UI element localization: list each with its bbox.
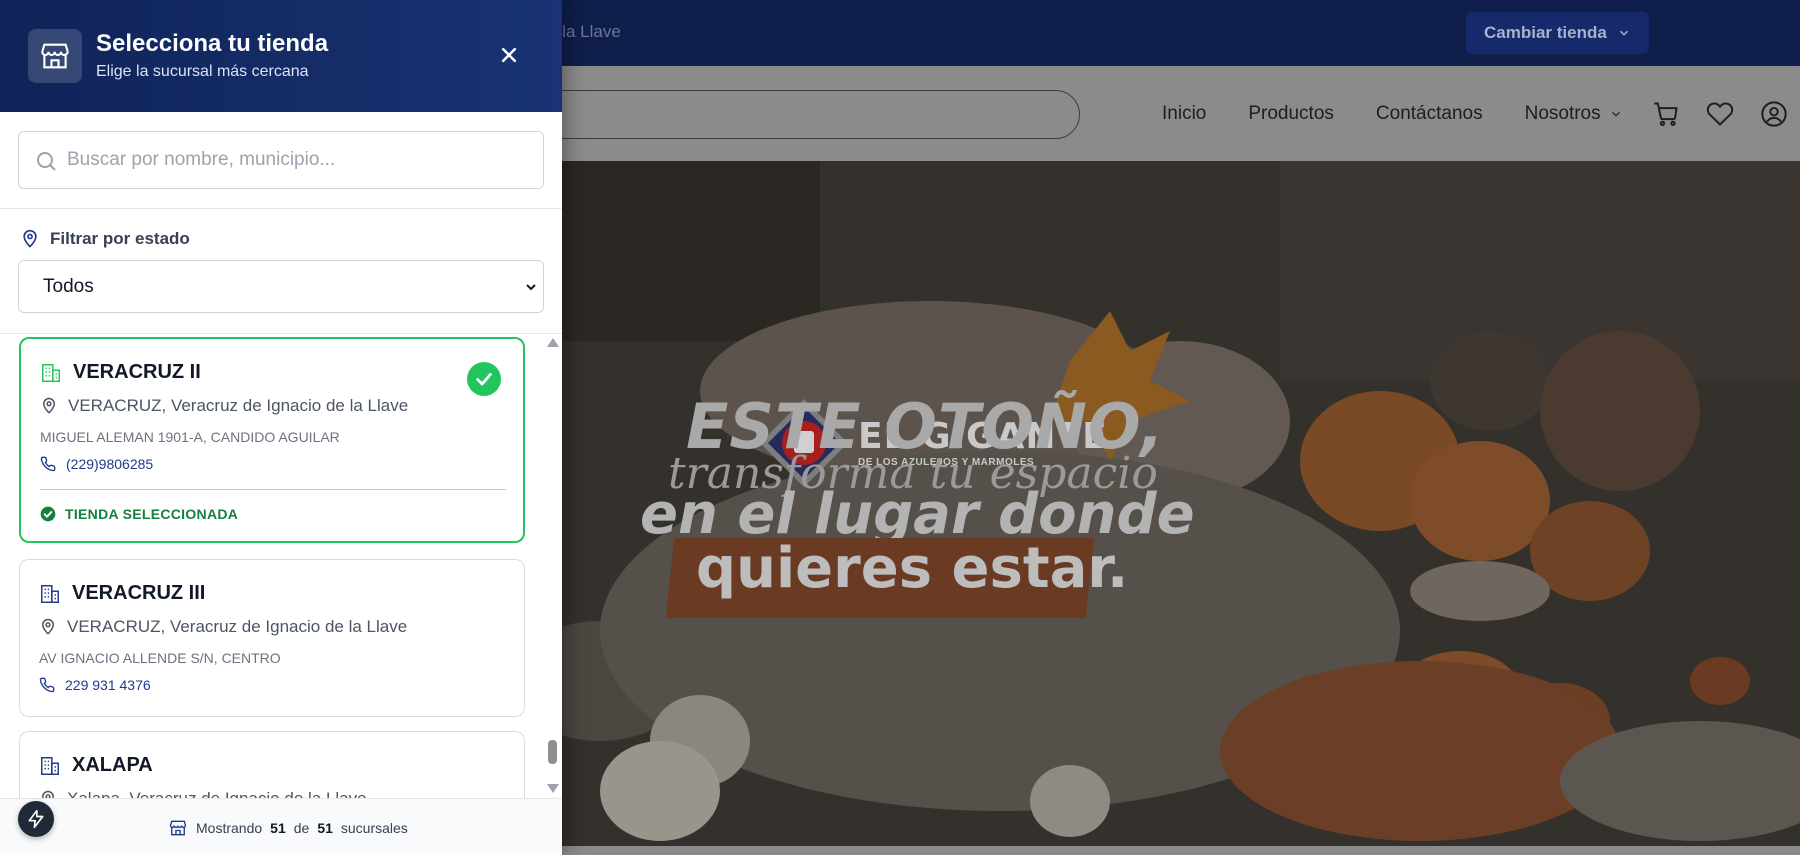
store-city: VERACRUZ, Veracruz de Ignacio de la Llav… <box>40 396 408 416</box>
store-card-veracruz-iii[interactable]: VERACRUZ III VERACRUZ, Veracruz de Ignac… <box>19 559 525 717</box>
hero-headline-line4: quieres estar. <box>696 536 1129 601</box>
nav-link-productos[interactable]: Productos <box>1248 103 1334 125</box>
map-pin-icon <box>23 229 37 248</box>
building-icon <box>41 585 59 603</box>
selected-store-tag: TIENDA SELECCIONADA <box>40 506 238 522</box>
state-filter-value: Todos <box>43 275 94 297</box>
chevron-down-icon <box>1619 30 1628 36</box>
close-icon <box>501 47 517 63</box>
store-city: Xalapa, Veracruz de Ignacio de la Llave <box>39 789 367 798</box>
map-pin-icon <box>41 790 55 798</box>
store-city-text: VERACRUZ, Veracruz de Ignacio de la Llav… <box>68 396 409 415</box>
store-icon <box>28 29 82 83</box>
store-address: AV IGNACIO ALLENDE S/N, CENTRO <box>39 650 281 666</box>
store-list: VERACRUZ II VERACRUZ, Veracruz de Ignaci… <box>0 334 562 798</box>
store-city-text: Xalapa, Veracruz de Ignacio de la Llave <box>67 789 367 798</box>
scroll-thumb[interactable] <box>548 740 557 764</box>
card-divider <box>40 489 506 490</box>
nav-link-contactanos[interactable]: Contáctanos <box>1376 103 1483 125</box>
heart-icon[interactable] <box>1706 100 1734 128</box>
nav-link-inicio[interactable]: Inicio <box>1162 103 1206 125</box>
panel-title: Selecciona tu tienda <box>96 30 329 57</box>
store-phone[interactable]: 229 931 4376 <box>39 677 151 693</box>
change-store-label: Cambiar tienda <box>1484 23 1607 42</box>
store-address: MIGUEL ALEMAN 1901-A, CANDIDO AGUILAR <box>40 429 340 445</box>
quick-action-button[interactable] <box>18 801 54 837</box>
state-filter-select[interactable]: Todos <box>18 260 544 313</box>
panel-footer: Mostrando 51 de 51 sucursales <box>0 798 562 855</box>
phone-icon <box>39 677 55 693</box>
store-name: VERACRUZ II <box>73 361 201 383</box>
store-search-section <box>0 112 562 209</box>
store-phone-text: (229)9806285 <box>66 456 154 472</box>
nav-icons <box>1652 66 1788 161</box>
store-selector-panel: Selecciona tu tienda Elige la sucursal m… <box>0 0 562 855</box>
phone-icon <box>40 456 56 472</box>
store-icon <box>169 820 187 836</box>
store-count-shown: 51 <box>270 820 286 836</box>
store-count-prefix: Mostrando <box>196 820 263 836</box>
check-circle-icon <box>467 362 501 396</box>
map-pin-icon <box>41 618 55 635</box>
panel-subtitle: Elige la sucursal más cercana <box>96 63 309 80</box>
nav-link-nosotros[interactable]: Nosotros <box>1525 103 1623 125</box>
building-icon <box>41 757 59 775</box>
store-search-input[interactable] <box>67 132 527 188</box>
store-card-xalapa[interactable]: XALAPA Xalapa, Veracruz de Ignacio de la… <box>19 731 525 798</box>
store-name: XALAPA <box>72 754 153 776</box>
store-name: VERACRUZ III <box>72 582 206 604</box>
state-filter-label-text: Filtrar por estado <box>50 229 190 248</box>
chevron-down-icon <box>1611 111 1620 117</box>
store-card-veracruz-ii[interactable]: VERACRUZ II VERACRUZ, Veracruz de Ignaci… <box>19 337 525 543</box>
building-icon <box>42 364 60 382</box>
selected-store-label: TIENDA SELECCIONADA <box>65 506 239 522</box>
scroll-up-arrow-icon[interactable] <box>547 338 559 347</box>
store-phone[interactable]: (229)9806285 <box>40 456 153 472</box>
panel-header: Selecciona tu tienda Elige la sucursal m… <box>0 0 562 112</box>
map-pin-icon <box>42 397 56 414</box>
store-city: VERACRUZ, Veracruz de Ignacio de la Llav… <box>39 617 407 637</box>
state-filter-label: Filtrar por estado <box>20 229 190 249</box>
bolt-icon <box>28 809 44 829</box>
store-count-suffix: sucursales <box>340 820 408 836</box>
store-count-middle: de <box>293 820 310 836</box>
search-icon <box>37 152 56 171</box>
store-search-box <box>18 131 544 189</box>
chevron-down-icon <box>526 284 536 291</box>
store-count-total: 51 <box>317 820 333 836</box>
store-count-text: Mostrando 51 de 51 sucursales <box>168 818 408 838</box>
store-city-text: VERACRUZ, Veracruz de Ignacio de la Llav… <box>67 617 408 636</box>
scroll-down-arrow-icon[interactable] <box>547 784 559 793</box>
user-account-icon[interactable] <box>1760 100 1788 128</box>
cart-icon[interactable] <box>1652 100 1680 128</box>
store-phone-text: 229 931 4376 <box>65 677 151 693</box>
nav-link-nosotros-label: Nosotros <box>1524 102 1601 124</box>
check-circle-icon <box>40 506 56 522</box>
nav-links: Inicio Productos Contáctanos Nosotros <box>1162 66 1623 161</box>
close-panel-button[interactable] <box>494 40 524 70</box>
change-store-button[interactable]: Cambiar tienda <box>1466 12 1649 54</box>
store-list-scrollbar[interactable] <box>545 334 559 798</box>
